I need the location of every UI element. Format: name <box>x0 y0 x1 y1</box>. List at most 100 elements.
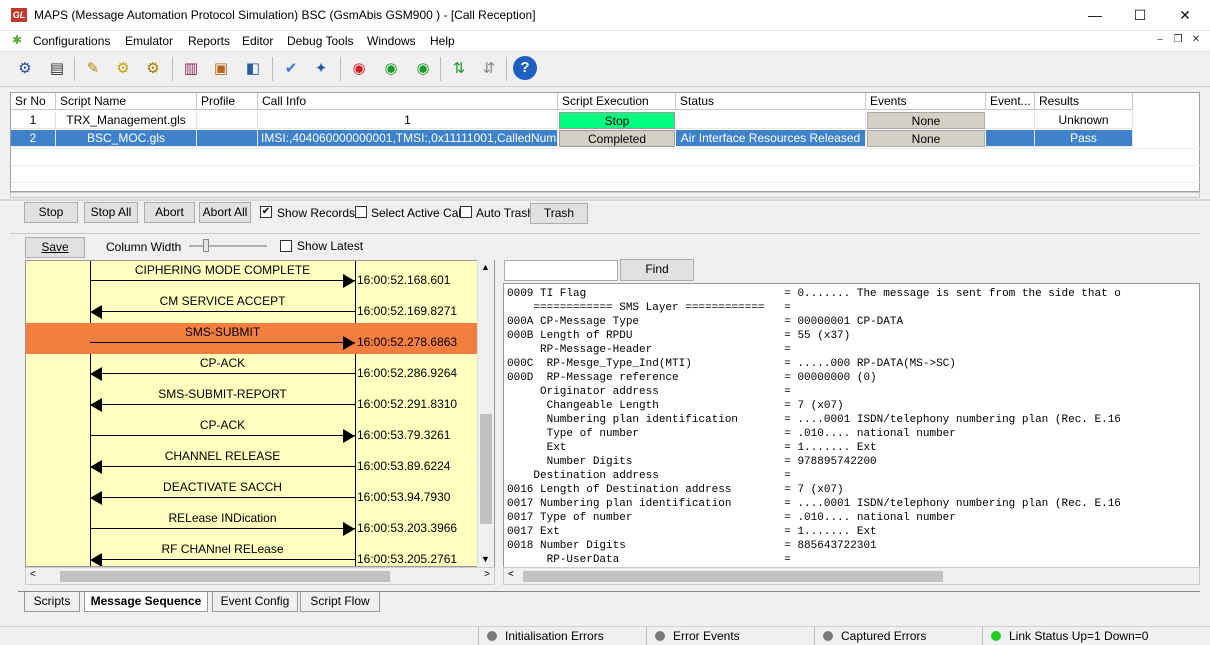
status-init-errors[interactable]: Initialisation Errors <box>478 627 646 645</box>
menu-configurations[interactable]: Configurations <box>33 34 110 48</box>
events-button[interactable]: None <box>867 112 985 129</box>
message-label: CIPHERING MODE COMPLETE <box>134 263 311 277</box>
help-icon[interactable]: ? <box>513 56 537 80</box>
gear-icon[interactable]: ⚙ <box>12 56 38 82</box>
continue-script-icon[interactable]: ◉ <box>378 56 404 82</box>
load-icon[interactable]: ⇅ <box>446 56 472 82</box>
scroll-up-icon[interactable]: ▲ <box>481 262 490 272</box>
sequence-message-row[interactable]: CP-ACK 16:00:53.79.3261 <box>26 416 478 447</box>
col-sr-no[interactable]: Sr No <box>11 93 56 110</box>
gears-alt-icon[interactable]: ⚙ <box>140 56 166 82</box>
scroll-left-icon[interactable]: < <box>508 569 514 580</box>
scroll-left-icon[interactable]: < <box>30 569 36 580</box>
mdi-minimize-button[interactable]: – <box>1153 34 1167 47</box>
decode-line: 0018 Number Digits = 885643722301 <box>507 540 877 552</box>
sequence-message-row[interactable]: CM SERVICE ACCEPT 16:00:52.169.8271 <box>26 292 478 323</box>
status-dot-icon <box>655 631 665 641</box>
col-status[interactable]: Status <box>676 93 866 110</box>
scroll-thumb[interactable] <box>523 571 943 582</box>
save-button[interactable]: Save <box>25 237 85 258</box>
sequence-message-row[interactable]: CIPHERING MODE COMPLETE 16:00:52.168.601 <box>26 261 478 292</box>
tab-event-config[interactable]: Event Config <box>212 592 298 612</box>
script-edit-icon[interactable]: ✎ <box>80 56 106 82</box>
sequence-message-row[interactable]: SMS-SUBMIT-REPORT 16:00:52.291.8310 <box>26 385 478 416</box>
col-event-extra[interactable]: Event... <box>986 93 1035 110</box>
briefcase-icon[interactable]: ▣ <box>208 56 234 82</box>
cell-status <box>676 112 866 129</box>
scroll-thumb[interactable] <box>60 571 390 582</box>
maximize-button[interactable]: ☐ <box>1117 0 1163 31</box>
sequence-message-row[interactable]: CHANNEL RELEASE 16:00:53.89.6224 <box>26 447 478 478</box>
status-error-events[interactable]: Error Events <box>646 627 814 645</box>
column-width-slider[interactable] <box>189 239 267 252</box>
notes-icon[interactable]: ▤ <box>44 56 70 82</box>
decode-panel[interactable]: 0009 TI Flag = 0....... The message is s… <box>503 283 1200 568</box>
select-active-call-checkbox[interactable] <box>355 206 367 218</box>
sequence-message-row[interactable]: DEACTIVATE SACCH 16:00:53.94.7930 <box>26 478 478 509</box>
stop-button[interactable]: Stop <box>24 202 78 223</box>
sequence-message-row[interactable]: RELease INDication 16:00:53.203.3966 <box>26 509 478 540</box>
stop-execution-button[interactable]: Stop <box>559 112 675 129</box>
sequence-horizontal-scrollbar[interactable]: < > <box>25 567 495 585</box>
sequence-message-row[interactable]: RF CHANnel RELease 16:00:53.205.2761 <box>26 540 478 566</box>
close-button[interactable]: ✕ <box>1162 0 1208 31</box>
col-script-execution[interactable]: Script Execution <box>558 93 676 110</box>
abort-button[interactable]: Abort <box>144 202 195 223</box>
tab-script-flow[interactable]: Script Flow <box>300 592 380 612</box>
system-menu-icon[interactable]: ✱ <box>12 34 24 46</box>
col-profile[interactable]: Profile <box>197 93 258 110</box>
tab-scripts[interactable]: Scripts <box>24 592 80 612</box>
mdi-restore-button[interactable]: ❐ <box>1171 34 1185 47</box>
menu-emulator[interactable]: Emulator <box>125 34 173 48</box>
slider-thumb[interactable] <box>203 239 209 252</box>
cell-event-extra <box>986 112 1035 129</box>
scroll-thumb[interactable] <box>480 414 492 524</box>
find-input[interactable] <box>504 260 618 281</box>
show-latest-checkbox[interactable] <box>280 240 292 252</box>
grid-horizontal-scrollbar[interactable] <box>10 192 1200 198</box>
menu-help[interactable]: Help <box>430 34 455 48</box>
col-call-info[interactable]: Call Info <box>258 93 558 110</box>
menu-debug-tools[interactable]: Debug Tools <box>287 34 354 48</box>
tab-message-sequence[interactable]: Message Sequence <box>84 592 208 612</box>
sequence-message-row[interactable]: SMS-SUBMIT 16:00:52.278.6863 <box>26 323 478 354</box>
col-script-name[interactable]: Script Name <box>56 93 197 110</box>
gears-icon[interactable]: ⚙ <box>110 56 136 82</box>
show-records-label: Show Records <box>277 206 356 220</box>
decode-line: Destination address = <box>507 470 791 482</box>
abort-all-button[interactable]: Abort All <box>199 202 251 223</box>
mdi-close-button[interactable]: ✕ <box>1189 34 1203 47</box>
sequence-message-row[interactable]: CP-ACK 16:00:52.286.9264 <box>26 354 478 385</box>
status-captured-errors[interactable]: Captured Errors <box>814 627 982 645</box>
sequence-vertical-scrollbar[interactable]: ▲ ▼ <box>477 260 494 567</box>
stop-script-icon[interactable]: ◉ <box>346 56 372 82</box>
auto-trash-checkbox[interactable] <box>460 206 472 218</box>
edit-check-icon[interactable]: ✔ <box>278 56 304 82</box>
decode-line: ============ SMS Layer ============ = <box>507 302 791 314</box>
minimize-button[interactable]: — <box>1072 0 1118 31</box>
wizard-icon[interactable]: ✦ <box>308 56 334 82</box>
events-button[interactable]: None <box>867 130 985 147</box>
show-records-checkbox[interactable]: ✔ <box>260 206 272 218</box>
menu-reports[interactable]: Reports <box>188 34 230 48</box>
scroll-right-icon[interactable]: > <box>484 569 490 580</box>
menu-editor[interactable]: Editor <box>242 34 273 48</box>
trash-button[interactable]: Trash <box>530 203 588 224</box>
message-sequence-panel[interactable]: CIPHERING MODE COMPLETE 16:00:52.168.601 C… <box>25 260 495 567</box>
unload-icon[interactable]: ⇵ <box>476 56 502 82</box>
pause-script-icon[interactable]: ◉ <box>410 56 436 82</box>
splitter[interactable] <box>0 199 1210 201</box>
decode-horizontal-scrollbar[interactable]: < <box>503 567 1200 585</box>
decode-line: Originator address = <box>507 386 791 398</box>
scroll-down-icon[interactable]: ▼ <box>481 554 490 564</box>
menu-windows[interactable]: Windows <box>367 34 416 48</box>
message-label: CP-ACK <box>199 356 246 370</box>
col-events[interactable]: Events <box>866 93 986 110</box>
message-label: RELease INDication <box>168 511 277 525</box>
completed-execution-button[interactable]: Completed <box>559 130 675 147</box>
profile-lock-icon[interactable]: ◧ <box>240 56 266 82</box>
books-icon[interactable]: ▥ <box>178 56 204 82</box>
find-button[interactable]: Find <box>620 259 694 281</box>
stop-all-button[interactable]: Stop All <box>84 202 138 223</box>
col-results[interactable]: Results <box>1035 93 1133 110</box>
